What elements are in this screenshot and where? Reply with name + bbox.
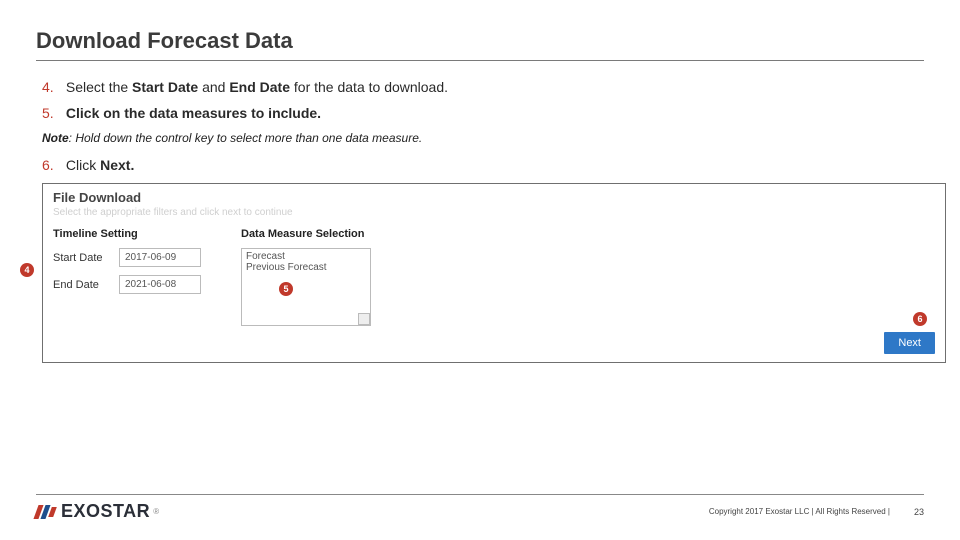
footer: EXOSTAR ® Copyright 2017 Exostar LLC | A… [36,494,924,522]
end-date-input[interactable]: 2021-06-08 [119,275,201,294]
logo: EXOSTAR ® [36,501,159,522]
step-4-number: 4. [42,79,62,95]
timeline-heading: Timeline Setting [53,228,201,240]
measure-column: Data Measure Selection Forecast Previous… [241,228,371,326]
step-5: 5. Click on the data measures to include… [42,105,924,121]
logo-word: EXOSTAR [61,501,150,522]
step-4-pre: Select the [66,79,132,95]
page-title: Download Forecast Data [36,28,924,61]
screenshot-panel: File Download Select the appropriate fil… [42,183,946,363]
step-6-number: 6. [42,157,62,173]
listbox-option-previous-forecast[interactable]: Previous Forecast [246,262,366,273]
logo-mark-icon [36,505,57,519]
step-4-mid: and [202,79,229,95]
start-date-label: Start Date [53,252,119,264]
step-5-number: 5. [42,105,62,121]
step-4-post: for the data to download. [294,79,448,95]
listbox-drag-icon [358,313,370,325]
start-date-input[interactable]: 2017-06-09 [119,248,201,267]
listbox-option-forecast[interactable]: Forecast [246,251,366,262]
instruction-list: 4. Select the Start Date and End Date fo… [42,79,924,121]
screenshot-subtitle: Select the appropriate filters and click… [53,207,935,218]
step-5-text: Click on the data measures to include. [66,105,321,121]
next-button[interactable]: Next [884,332,935,354]
step-4: 4. Select the Start Date and End Date fo… [42,79,924,95]
note-text: : Hold down the control key to select mo… [69,131,423,145]
note: Note: Hold down the control key to selec… [42,131,924,145]
measure-heading: Data Measure Selection [241,228,371,240]
copyright-text: Copyright 2017 Exostar LLC | All Rights … [709,507,890,516]
data-measure-listbox[interactable]: Forecast Previous Forecast [241,248,371,326]
step-4-bold-start: Start Date [132,79,202,95]
registered-icon: ® [153,507,159,516]
screenshot-title: File Download [53,190,935,205]
note-label: Note [42,131,69,145]
step-6-bold: Next. [100,157,134,173]
callout-badge-4: 4 [20,263,34,277]
callout-badge-5: 5 [279,282,293,296]
step-6-pre: Click [66,157,100,173]
end-date-label: End Date [53,279,119,291]
callout-badge-6: 6 [913,312,927,326]
step-6: 6. Click Next. [42,157,924,173]
page-number: 23 [914,507,924,517]
instruction-list-cont: 6. Click Next. [42,157,924,173]
step-4-bold-end: End Date [229,79,294,95]
timeline-column: Timeline Setting Start Date 2017-06-09 E… [53,228,201,326]
